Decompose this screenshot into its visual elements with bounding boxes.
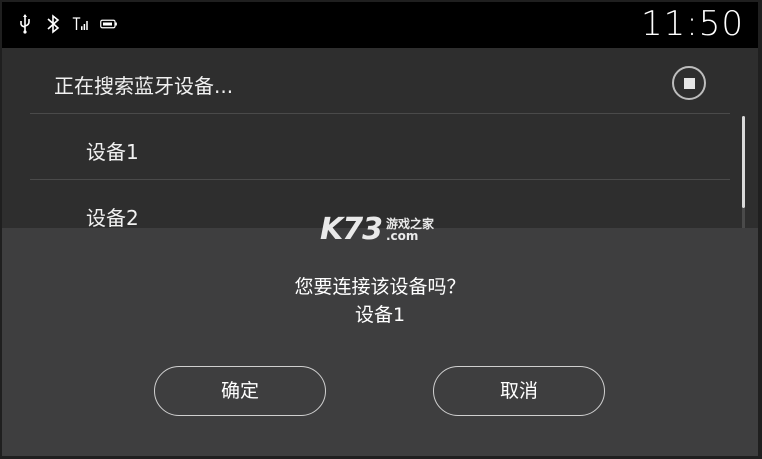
device-name: 设备2 <box>86 206 139 230</box>
status-icons <box>16 13 118 35</box>
bluetooth-icon <box>44 13 62 35</box>
dialog-device-name: 设备1 <box>354 304 406 326</box>
cancel-button[interactable]: 取消 <box>433 366 605 416</box>
connect-dialog: 您要连接该设备吗？ 设备1 确定 取消 <box>2 228 758 456</box>
status-bar: 11:50 <box>2 2 758 48</box>
confirm-button[interactable]: 确定 <box>154 366 326 416</box>
watermark-logo: K73 游戏之家 .com <box>320 212 434 247</box>
clock: 11:50 <box>641 4 744 44</box>
usb-icon <box>16 13 34 35</box>
watermark-brand: K73 <box>320 212 383 247</box>
bluetooth-device-list: 正在搜索蓝牙设备... 设备1 设备2 <box>2 48 758 273</box>
list-item[interactable]: 设备1 <box>30 114 730 180</box>
watermark-line2: .com <box>386 228 419 243</box>
screen: 11:50 正在搜索蓝牙设备... 设备1 设备2 您要连接该设备吗？ 设备1 … <box>2 2 758 456</box>
scrollbar[interactable] <box>742 116 745 208</box>
searching-label: 正在搜索蓝牙设备... <box>54 74 234 98</box>
searching-row: 正在搜索蓝牙设备... <box>30 48 730 114</box>
device-name: 设备1 <box>86 140 139 164</box>
stop-scan-button[interactable] <box>672 66 706 100</box>
dialog-question: 您要连接该设备吗？ <box>294 276 466 298</box>
watermark-text: 游戏之家 .com <box>386 218 434 242</box>
signal-icon <box>72 13 90 35</box>
battery-icon <box>100 13 118 35</box>
watermark-line1: 游戏之家 <box>386 216 435 231</box>
